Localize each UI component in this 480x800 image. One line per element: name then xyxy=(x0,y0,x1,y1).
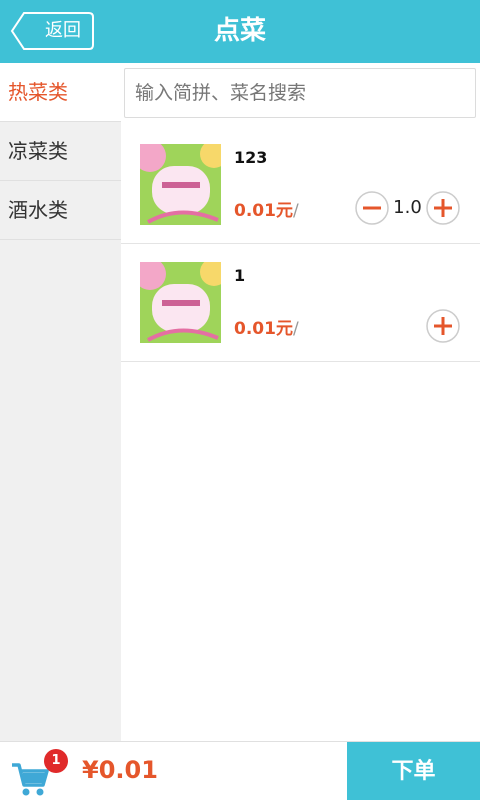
top-bar: 返回 点菜 xyxy=(0,0,480,63)
increase-quantity-button[interactable] xyxy=(425,190,461,226)
cart-button[interactable] xyxy=(10,761,50,797)
plus-icon xyxy=(426,191,460,225)
dish-list-item[interactable]: 123 0.01元/ 1.0 xyxy=(121,126,480,244)
quantity-value: 1.0 xyxy=(393,197,422,218)
dish-photo-icon xyxy=(140,262,221,343)
dish-name: 1 xyxy=(234,266,246,285)
plus-icon xyxy=(426,309,460,343)
order-total: ¥0.01 xyxy=(82,756,158,784)
category-cold-dishes[interactable]: 凉菜类 xyxy=(0,122,121,181)
category-drinks[interactable]: 酒水类 xyxy=(0,181,121,240)
increase-quantity-button[interactable] xyxy=(425,308,461,344)
cart-count-badge: 1 xyxy=(44,749,68,773)
dish-price: 0.01元/ xyxy=(234,201,299,221)
minus-icon xyxy=(355,191,389,225)
bottom-bar: 1 ¥0.01 下单 xyxy=(0,741,480,800)
back-button[interactable]: 返回 xyxy=(10,12,94,50)
category-hot-dishes[interactable]: 热菜类 xyxy=(0,63,121,122)
dish-name: 123 xyxy=(234,148,268,167)
back-button-label: 返回 xyxy=(45,20,81,41)
place-order-button[interactable]: 下单 xyxy=(347,742,480,800)
decrease-quantity-button[interactable] xyxy=(354,190,390,226)
shopping-cart-icon xyxy=(12,763,49,796)
search-input[interactable] xyxy=(135,69,469,117)
category-sidebar: 热菜类 凉菜类 酒水类 xyxy=(0,63,121,741)
search-box xyxy=(124,68,476,118)
dish-list-item[interactable]: 1 0.01元/ xyxy=(121,244,480,362)
dish-price: 0.01元/ xyxy=(234,319,299,339)
dish-photo-icon xyxy=(140,144,221,225)
